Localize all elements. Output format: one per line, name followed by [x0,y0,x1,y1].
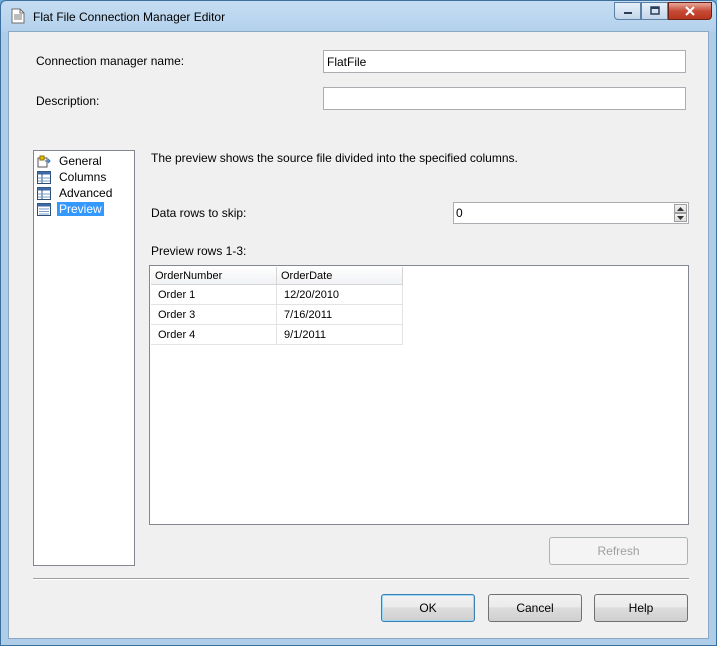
maximize-icon [649,6,660,15]
page-nav-list: General Columns Advanced Preview [33,150,135,566]
window-title: Flat File Connection Manager Editor [33,10,226,24]
spin-up-button[interactable] [674,204,687,213]
general-icon [37,155,51,167]
column-header-orderdate[interactable]: OrderDate [277,267,403,285]
minimize-icon [623,12,632,14]
dialog-window: Flat File Connection Manager Editor Conn… [0,0,717,646]
close-icon [685,6,695,16]
connection-name-input[interactable]: FlatFile [323,50,686,73]
table-cell[interactable]: Order 1 [151,285,277,305]
skip-rows-spinner[interactable]: 0 [453,202,689,224]
nav-label-preview: Preview [57,202,104,216]
nav-item-general[interactable]: General [37,153,104,169]
preview-rows-label: Preview rows 1-3: [151,244,247,258]
description-label: Description: [36,94,100,108]
refresh-button[interactable]: Refresh [549,537,688,565]
nav-label-general: General [59,154,102,168]
nav-label-advanced: Advanced [59,186,113,200]
skip-rows-value[interactable]: 0 [456,206,463,220]
preview-icon [37,202,51,216]
preview-grid[interactable]: OrderNumber OrderDate Order 1 12/20/2010… [149,265,689,525]
spinner-buttons [674,204,687,222]
columns-icon [37,170,51,184]
minimize-button[interactable] [614,2,641,20]
arrow-down-icon [677,215,684,220]
separator-line [33,578,689,580]
table-cell[interactable]: 9/1/2011 [277,325,403,345]
ok-button[interactable]: OK [381,594,475,622]
title-bar[interactable]: Flat File Connection Manager Editor [1,1,716,31]
nav-item-columns[interactable]: Columns [37,169,108,185]
document-icon [11,8,25,24]
nav-label-columns: Columns [59,170,107,184]
spin-down-button[interactable] [674,213,687,222]
table-cell[interactable]: 12/20/2010 [277,285,403,305]
description-input[interactable] [323,87,686,110]
help-button[interactable]: Help [594,594,688,622]
dialog-client-area: Connection manager name: FlatFile Descri… [8,31,709,639]
maximize-button[interactable] [641,2,668,20]
nav-item-advanced[interactable]: Advanced [37,185,114,201]
column-header-ordernumber[interactable]: OrderNumber [151,267,277,285]
nav-item-preview[interactable]: Preview [37,201,104,217]
table-cell[interactable]: Order 4 [151,325,277,345]
skip-rows-label: Data rows to skip: [151,206,247,220]
caption-buttons [614,2,712,22]
advanced-icon [37,186,51,200]
table-cell[interactable]: 7/16/2011 [277,305,403,325]
table-cell[interactable]: Order 3 [151,305,277,325]
close-button[interactable] [668,2,712,20]
arrow-up-icon [677,206,684,211]
cancel-button[interactable]: Cancel [488,594,582,622]
connection-name-label: Connection manager name: [36,54,185,68]
preview-info-text: The preview shows the source file divide… [151,151,518,165]
